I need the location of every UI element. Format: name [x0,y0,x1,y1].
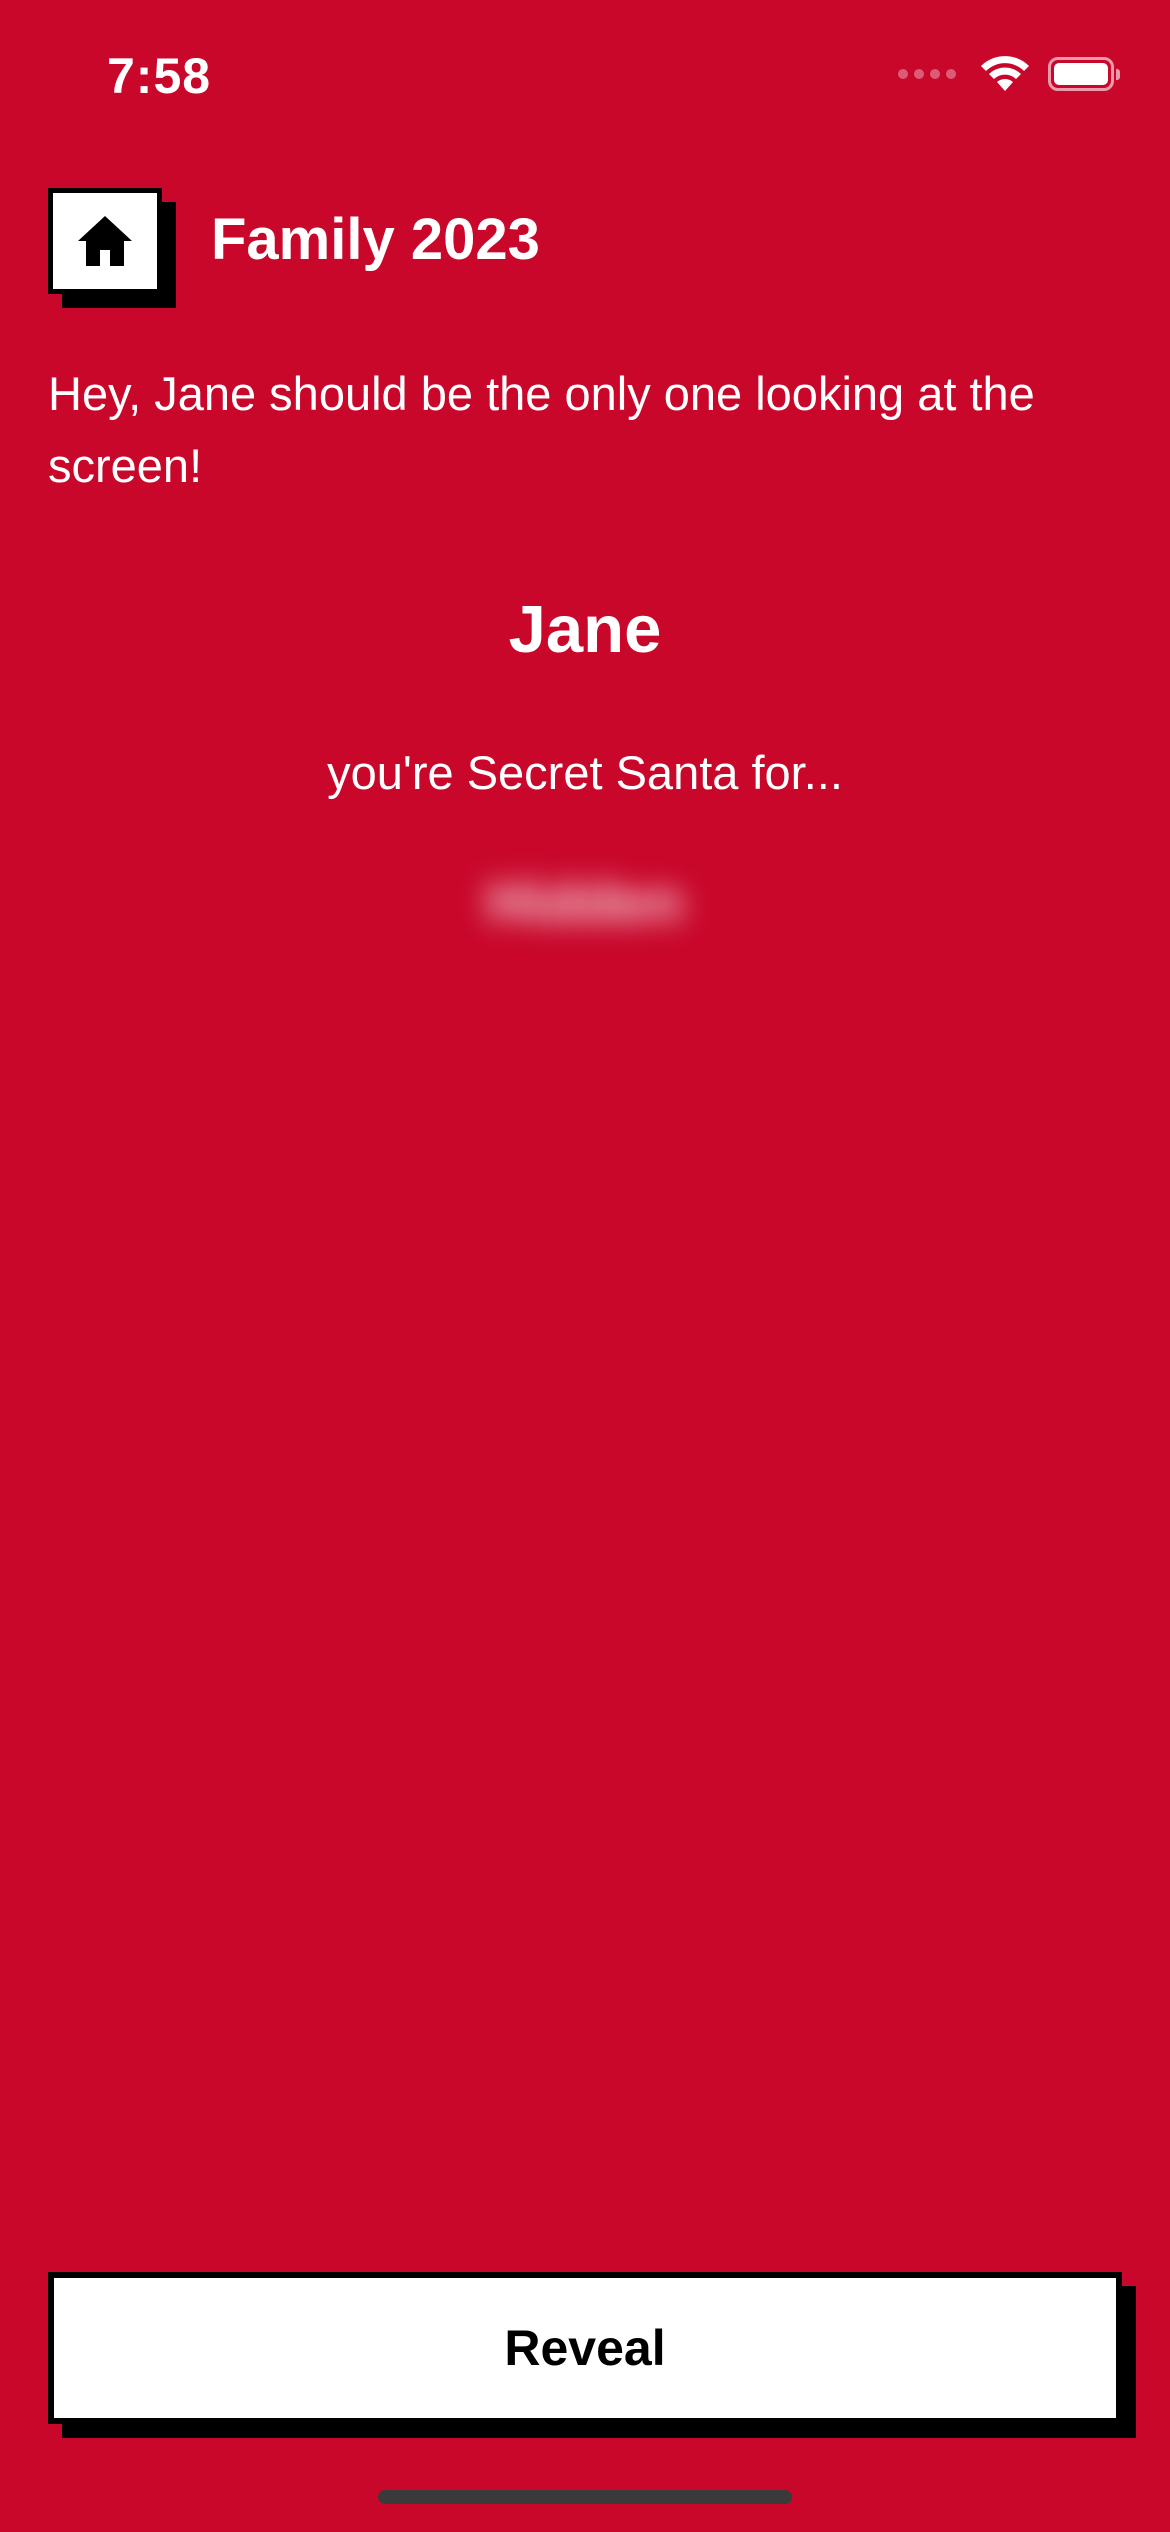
person-name: Jane [508,592,662,667]
reveal-button[interactable]: Reveal [48,2272,1122,2424]
status-time: 7:58 [107,48,212,104]
battery-icon [1048,57,1120,91]
hidden-assignee-name: Hidden [486,870,684,935]
santa-prompt: you're Secret Santa for... [327,746,843,799]
privacy-warning: Hey, Jane should be the only one looking… [48,367,1035,492]
home-icon [78,216,132,266]
cellular-signal-icon [898,69,956,79]
status-icons [898,52,1120,96]
wifi-icon [981,56,1029,91]
home-button[interactable] [48,188,162,294]
group-title: Family 2023 [211,207,540,272]
home-indicator [378,2490,792,2504]
